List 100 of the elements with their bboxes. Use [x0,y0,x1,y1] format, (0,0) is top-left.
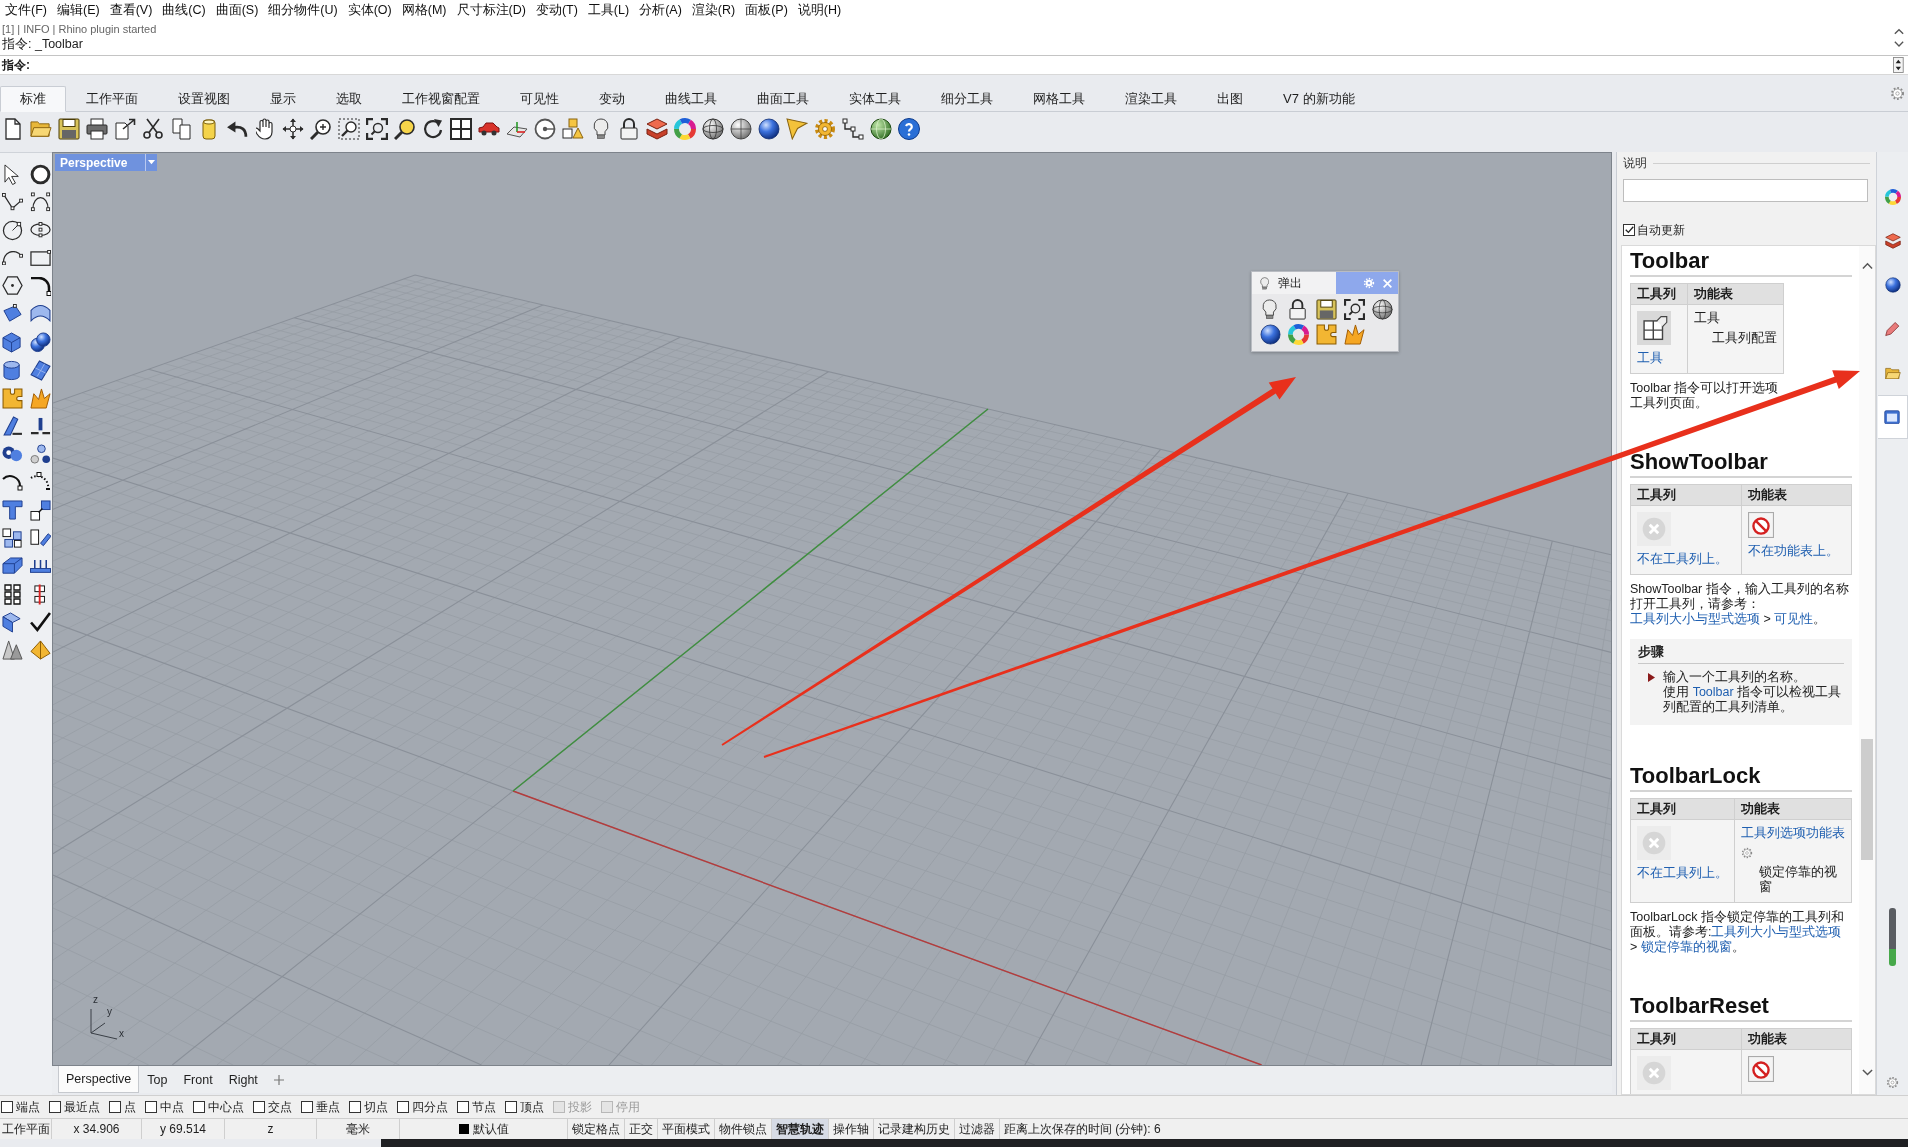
squares-icon[interactable] [1,527,23,549]
scissors-icon[interactable] [143,118,163,140]
ribbon-tab[interactable]: 实体工具 [829,86,921,112]
ring-dot-icon[interactable] [534,118,556,140]
checkbox[interactable] [49,1101,61,1113]
rectangle-icon[interactable] [29,249,51,267]
osnap-option[interactable]: 最近点 [49,1098,100,1116]
ribbon-tab[interactable]: 显示 [250,86,316,112]
spinner-arrows-icon[interactable] [1893,57,1904,73]
split-line-icon[interactable] [29,416,51,436]
hand-icon[interactable] [256,118,274,140]
ribbon-tab[interactable]: 可见性 [500,86,579,112]
help-link[interactable]: Toolbar [1692,685,1734,699]
magnifier-icon[interactable] [394,118,416,140]
four-panes-icon[interactable] [450,118,472,140]
ribbon-tab[interactable]: 选取 [316,86,382,112]
viewport-tab[interactable]: Right [220,1066,266,1093]
osnap-option[interactable]: 顶点 [505,1098,544,1116]
menu-item[interactable]: 细分物件(U) [263,1,343,20]
magnifier-plus-icon[interactable] [310,118,332,140]
ribbon-tab[interactable]: 出图 [1197,86,1263,112]
menu-item[interactable]: 曲线(C) [157,1,211,20]
osnap-option[interactable]: 中点 [145,1098,184,1116]
file-icon[interactable] [5,118,21,140]
color-wheel-icon[interactable] [1287,324,1309,345]
tilted-tile-icon[interactable] [29,528,51,548]
cones-icon[interactable] [1,640,23,660]
viewport-menu-button[interactable] [145,154,158,171]
check-icon[interactable] [29,612,51,632]
checkbox[interactable] [253,1101,265,1113]
checkbox[interactable] [505,1101,517,1113]
cylinder-icon[interactable] [3,359,21,381]
ribbon-tab[interactable]: V7 的新功能 [1263,86,1375,112]
osnap-option[interactable]: 点 [109,1098,136,1116]
comb-icon[interactable] [29,558,51,574]
viewport-tab[interactable]: Perspective [58,1066,140,1093]
burst-icon[interactable] [1343,324,1365,345]
help-link[interactable]: 工具 [1637,351,1663,366]
slab-icon[interactable] [1,557,23,575]
blobs-icon[interactable] [1,445,23,463]
printer-icon[interactable] [86,118,108,140]
checkbox[interactable] [301,1101,313,1113]
osnap-option[interactable]: 垂点 [301,1098,340,1116]
wireframe-sphere-icon[interactable] [1371,299,1393,320]
gear-icon[interactable] [814,118,836,140]
polyline-icon[interactable] [1,193,23,211]
four-arrows-icon[interactable] [282,118,304,140]
menu-item[interactable]: 曲面(S) [210,1,264,20]
arc-icon[interactable] [1,250,23,266]
help-link[interactable]: 工具列选项功能表 [1741,826,1845,841]
corner-brackets-icon[interactable] [1343,299,1365,320]
scrollbar-thumb[interactable] [1861,739,1873,861]
ribbon-tab[interactable]: 曲线工具 [645,86,737,112]
cube-icon[interactable] [2,331,22,353]
layers-icon[interactable] [646,118,668,140]
viewport-tab[interactable]: Front [175,1066,221,1093]
pyramid-icon[interactable] [29,640,51,660]
menu-item[interactable]: 网格(M) [396,1,452,20]
folder-icon[interactable] [30,120,52,138]
osnap-option[interactable]: 切点 [349,1098,388,1116]
checkbox[interactable] [109,1101,121,1113]
osnap-option[interactable]: 中心点 [193,1098,244,1116]
padlock-icon[interactable] [620,118,638,140]
arc-icon[interactable] [1,473,23,491]
corner-brackets-icon[interactable] [366,118,388,140]
globe-icon[interactable] [870,118,892,140]
checkbox[interactable] [145,1101,157,1113]
menu-item[interactable]: 编辑(E) [51,1,105,20]
shapes-icon[interactable] [562,118,584,140]
osnap-option[interactable]: 四分点 [397,1098,448,1116]
checkbox[interactable] [349,1101,361,1113]
menu-item[interactable]: 渲染(R) [686,1,741,20]
shaded-sphere-icon[interactable] [730,118,752,140]
point-icon[interactable] [29,163,51,185]
tilted-plane-icon[interactable] [506,120,528,138]
mesh-sheet-icon[interactable] [29,359,51,381]
status-toggle[interactable]: 智慧轨迹 [772,1119,829,1139]
osnap-option[interactable]: 端点 [1,1098,40,1116]
help-link[interactable]: 不在功能表上。 [1747,544,1839,559]
help-icon[interactable] [898,118,920,140]
cplane-label[interactable]: 工作平面 [0,1119,52,1139]
menu-item[interactable]: 面板(P) [740,1,793,20]
two-sheets-icon[interactable] [171,118,191,140]
ribbon-tab[interactable]: 曲面工具 [737,86,829,112]
rotate-arrow-icon[interactable] [422,118,444,140]
checkbox[interactable] [1623,224,1635,236]
checkbox[interactable] [193,1101,205,1113]
settings-icon[interactable] [1890,85,1905,101]
glossy-sphere-icon[interactable] [1259,324,1281,345]
car-icon[interactable] [478,122,500,136]
curved-sheet-icon[interactable] [29,304,51,324]
help-link[interactable]: 不在工具列上。 [1637,866,1728,881]
pointer-icon[interactable] [3,163,21,185]
wireframe-sphere-icon[interactable] [702,118,724,140]
ribbon-tab[interactable]: 变动 [579,86,645,112]
dots-icon[interactable] [29,443,51,465]
padlock-icon[interactable] [1289,299,1307,320]
ribbon-tab[interactable]: 工作平面 [66,86,158,112]
chevron-down-icon[interactable] [1894,41,1904,49]
menu-item[interactable]: 实体(O) [342,1,397,20]
